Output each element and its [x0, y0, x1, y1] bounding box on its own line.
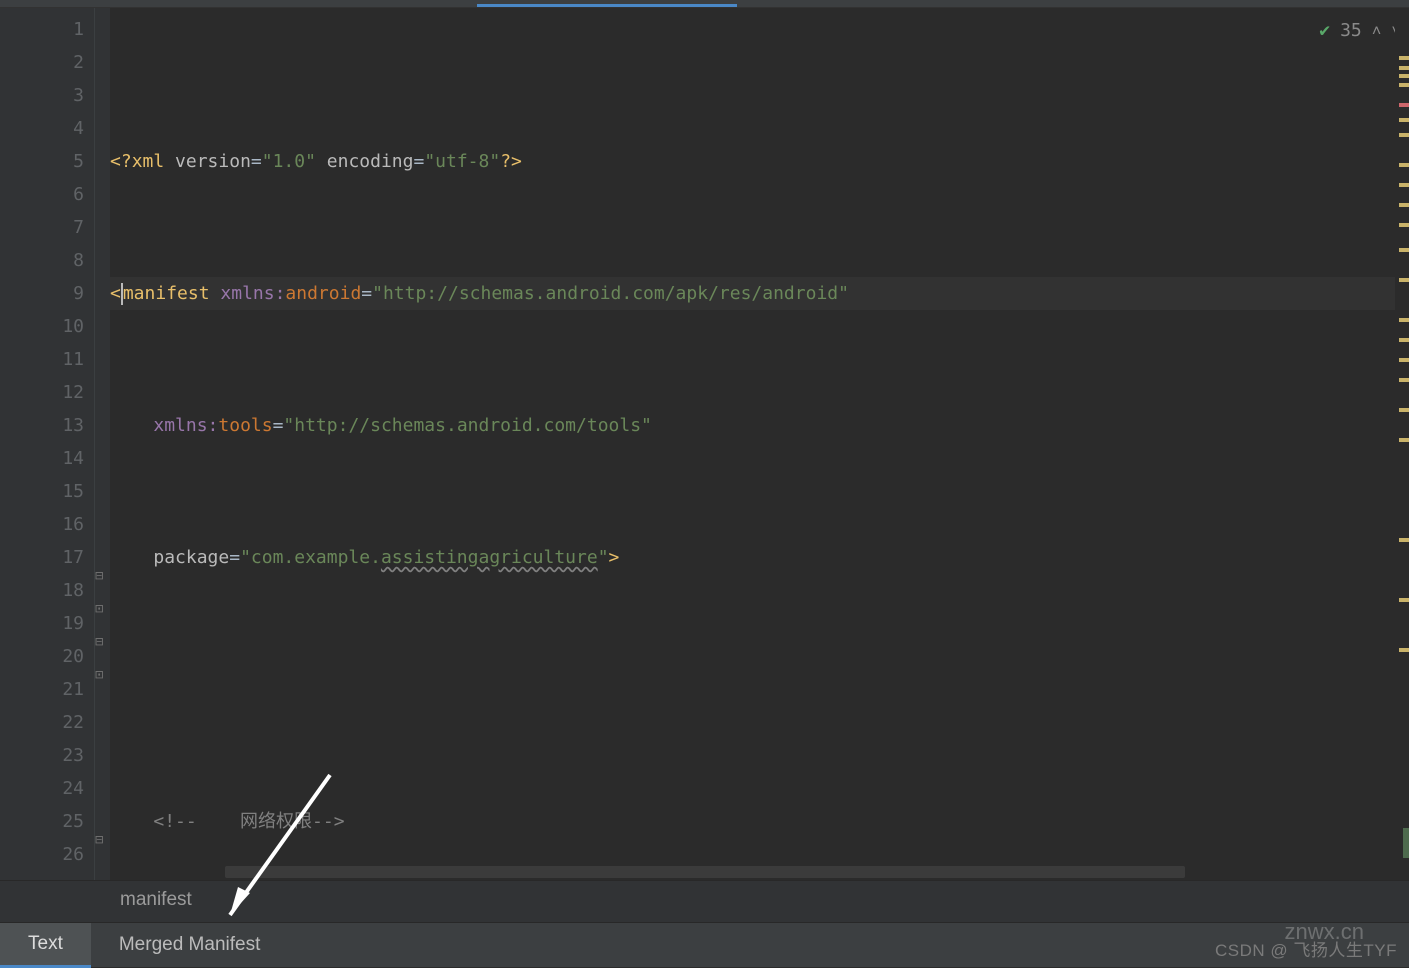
warning-marker[interactable]	[1399, 438, 1409, 442]
warning-marker[interactable]	[1399, 648, 1409, 652]
line-number: 24	[0, 772, 84, 805]
problem-count: 35	[1340, 20, 1362, 41]
fold-toggle-icon[interactable]: ⊟	[95, 634, 108, 647]
fold-toggle-icon[interactable]: ⊟	[95, 568, 108, 581]
line-number: 21	[0, 673, 84, 706]
warning-marker[interactable]	[1399, 118, 1409, 122]
check-icon: ✔	[1319, 20, 1330, 41]
warning-marker[interactable]	[1399, 183, 1409, 187]
line-number: 4	[0, 112, 84, 145]
line-number: 20	[0, 640, 84, 673]
tab-merged-manifest[interactable]: Merged Manifest	[91, 924, 289, 966]
line-number: 14	[0, 442, 84, 475]
line-number: 3	[0, 79, 84, 112]
warning-marker[interactable]	[1399, 203, 1409, 207]
warning-marker[interactable]	[1399, 408, 1409, 412]
code-line: <!-- 网络权限-->	[110, 805, 1409, 838]
code-line: xmlns:tools="http://schemas.android.com/…	[110, 409, 1409, 442]
line-number: 8	[0, 244, 84, 277]
warning-marker[interactable]	[1399, 74, 1409, 78]
line-number: 26	[0, 838, 84, 871]
warning-marker[interactable]	[1399, 338, 1409, 342]
warning-marker[interactable]	[1399, 83, 1409, 87]
warning-marker[interactable]	[1399, 358, 1409, 362]
tab-text[interactable]: Text	[0, 923, 91, 968]
line-number: 6	[0, 178, 84, 211]
line-number: 2	[0, 46, 84, 79]
line-gutter: 1 2 3 4 5 6 7 8 9 10 11 12 13 14 15 16 1…	[0, 8, 95, 880]
warning-marker[interactable]	[1399, 248, 1409, 252]
line-number: 15	[0, 475, 84, 508]
code-editor[interactable]: 1 2 3 4 5 6 7 8 9 10 11 12 13 14 15 16 1…	[0, 8, 1409, 880]
line-number: 11	[0, 343, 84, 376]
chevron-up-icon[interactable]: ˄	[1372, 21, 1382, 41]
active-tab-indicator	[477, 4, 737, 7]
line-number: 9	[0, 277, 84, 310]
warning-marker[interactable]	[1399, 278, 1409, 282]
warning-marker[interactable]	[1399, 378, 1409, 382]
fold-column: ⊟ ⊡ ⊟ ⊡ ⊟	[95, 8, 110, 880]
watermark-csdn: CSDN @ 飞扬人生TYF	[1215, 936, 1397, 961]
code-line: <?xml version="1.0" encoding="utf-8"?>	[110, 145, 1409, 178]
line-number: 13	[0, 409, 84, 442]
line-number: 1	[0, 13, 84, 46]
code-line	[110, 673, 1409, 706]
line-number: 19	[0, 607, 84, 640]
warning-marker[interactable]	[1399, 66, 1409, 70]
line-number: 18	[0, 574, 84, 607]
breadcrumb-item[interactable]: manifest	[120, 889, 192, 910]
line-number: 10	[0, 310, 84, 343]
editor-tab-strip	[0, 0, 1409, 8]
fold-toggle-icon[interactable]: ⊟	[95, 832, 108, 845]
horizontal-scrollbar[interactable]	[225, 866, 1185, 878]
breadcrumb-bar[interactable]: manifest	[0, 880, 1409, 922]
warning-marker[interactable]	[1399, 56, 1409, 60]
vertical-scrollbar[interactable]	[1395, 8, 1409, 880]
warning-marker[interactable]	[1399, 133, 1409, 137]
line-number: 25	[0, 805, 84, 838]
line-number: 17	[0, 541, 84, 574]
line-number: 22	[0, 706, 84, 739]
bottom-tab-bar: Text Merged Manifest	[0, 922, 1409, 967]
line-number: 5	[0, 145, 84, 178]
code-line: <manifest xmlns:android="http://schemas.…	[110, 277, 1409, 310]
fold-close-icon[interactable]: ⊡	[95, 667, 108, 680]
inspection-status[interactable]: ✔ 35 ˄ ˅	[1319, 20, 1401, 41]
line-number: 23	[0, 739, 84, 772]
warning-marker[interactable]	[1399, 598, 1409, 602]
warning-marker[interactable]	[1399, 318, 1409, 322]
error-marker[interactable]	[1399, 103, 1409, 107]
code-line: package="com.example.assistingagricultur…	[110, 541, 1409, 574]
warning-marker[interactable]	[1399, 223, 1409, 227]
warning-marker[interactable]	[1399, 538, 1409, 542]
warning-marker[interactable]	[1399, 163, 1409, 167]
line-number: 16	[0, 508, 84, 541]
fold-close-icon[interactable]: ⊡	[95, 601, 108, 614]
line-number: 7	[0, 211, 84, 244]
change-marker	[1403, 828, 1409, 858]
code-area[interactable]: <?xml version="1.0" encoding="utf-8"?> <…	[110, 8, 1409, 880]
line-number: 12	[0, 376, 84, 409]
